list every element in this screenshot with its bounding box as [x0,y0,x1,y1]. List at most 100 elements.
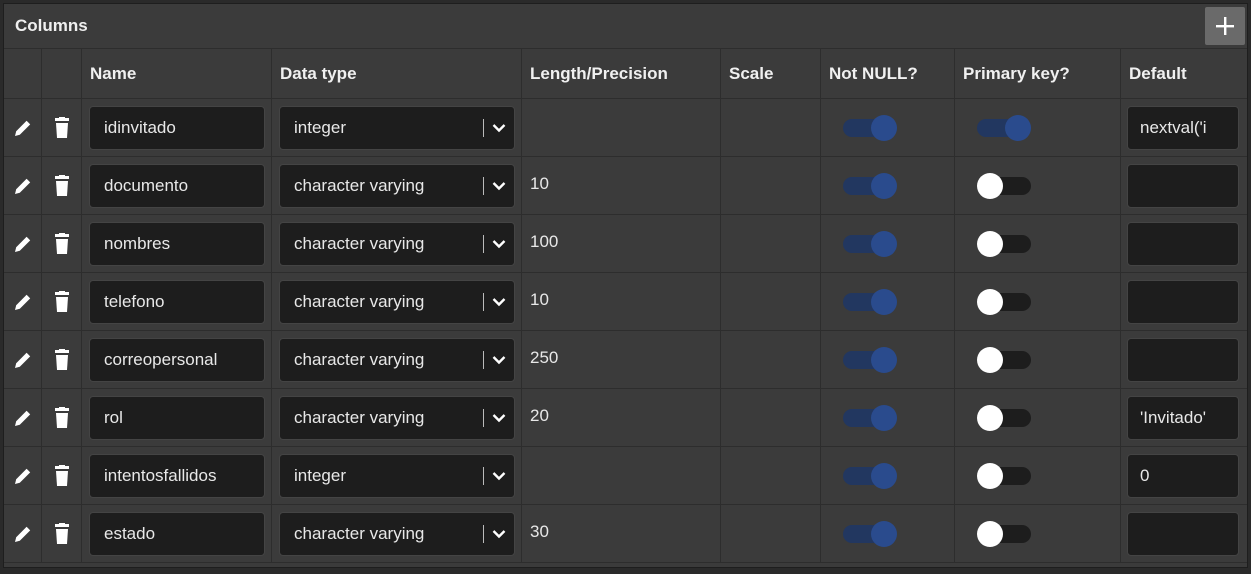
column-name-input[interactable]: documento [89,163,265,208]
column-name-input[interactable]: correopersonal [89,337,265,382]
select-divider [483,234,484,253]
delete-row-button[interactable] [42,215,82,272]
not-null-toggle[interactable] [843,288,897,315]
default-value-input[interactable] [1127,279,1239,324]
column-name-input[interactable]: nombres [89,221,265,266]
length-value[interactable]: 10 [522,157,549,194]
data-type-value: character varying [294,407,425,427]
length-value[interactable]: 10 [522,273,549,310]
data-type-select[interactable]: character varying [279,395,515,440]
edit-row-button[interactable] [4,389,42,446]
toggle-knob [977,230,1003,257]
column-name-input[interactable]: idinvitado [89,105,265,150]
edit-row-button[interactable] [4,157,42,214]
not-null-toggle[interactable] [843,404,897,431]
data-type-select[interactable]: character varying [279,221,515,266]
primary-key-toggle[interactable] [977,288,1031,315]
edit-row-button[interactable] [4,447,42,504]
not-null-toggle[interactable] [843,346,897,373]
toggle-knob [977,346,1003,373]
default-value-input[interactable]: 'Invitado' [1127,395,1239,440]
not-null-toggle[interactable] [843,172,897,199]
delete-row-button[interactable] [42,389,82,446]
header-primary-key: Primary key? [955,49,1121,98]
column-row: intentosfallidos integer 0 [4,447,1247,505]
length-value[interactable]: 30 [522,505,549,542]
header-data-type: Data type [272,49,522,98]
delete-row-button[interactable] [42,447,82,504]
not-null-toggle[interactable] [843,114,897,141]
data-type-select[interactable]: integer [279,453,515,498]
data-type-select[interactable]: integer [279,105,515,150]
not-null-toggle[interactable] [843,520,897,547]
length-value[interactable]: 20 [522,389,549,426]
header-scale: Scale [721,49,821,98]
column-name-input[interactable]: intentosfallidos [89,453,265,498]
column-row: estado character varying 30 [4,505,1247,563]
primary-key-toggle[interactable] [977,114,1031,141]
chevron-down-icon [492,471,506,481]
edit-row-button[interactable] [4,331,42,388]
delete-row-button[interactable] [42,331,82,388]
data-type-value: integer [294,465,346,485]
select-divider [483,466,484,485]
trash-icon [54,174,69,196]
edit-row-button[interactable] [4,215,42,272]
default-value-input[interactable] [1127,221,1239,266]
primary-key-toggle[interactable] [977,462,1031,489]
column-name-input[interactable]: telefono [89,279,265,324]
primary-key-toggle[interactable] [977,346,1031,373]
toggle-knob [977,462,1003,489]
chevron-down-icon [492,181,506,191]
data-type-select[interactable]: character varying [279,511,515,556]
length-value[interactable]: 100 [522,215,558,252]
header-delete-col [42,49,82,98]
edit-row-button[interactable] [4,505,42,562]
data-type-select[interactable]: character varying [279,279,515,324]
trash-icon [54,406,69,428]
default-value-input[interactable]: nextval('i [1127,105,1239,150]
delete-row-button[interactable] [42,99,82,156]
trash-icon [54,232,69,254]
toggle-knob [871,520,897,547]
not-null-toggle[interactable] [843,230,897,257]
primary-key-toggle[interactable] [977,172,1031,199]
toggle-knob [871,230,897,257]
delete-row-button[interactable] [42,505,82,562]
chevron-down-icon [492,529,506,539]
primary-key-toggle[interactable] [977,404,1031,431]
header-default: Default [1129,63,1187,83]
toggle-knob [977,520,1003,547]
length-value[interactable] [522,99,530,116]
add-column-button[interactable] [1205,7,1245,45]
delete-row-button[interactable] [42,157,82,214]
primary-key-toggle[interactable] [977,230,1031,257]
primary-key-toggle[interactable] [977,520,1031,547]
edit-row-button[interactable] [4,273,42,330]
length-value[interactable]: 250 [522,331,558,368]
pencil-icon [14,410,30,426]
chevron-down-icon [492,239,506,249]
edit-row-button[interactable] [4,99,42,156]
default-value-input[interactable] [1127,163,1239,208]
select-divider [483,176,484,195]
default-value-input[interactable] [1127,337,1239,382]
delete-row-button[interactable] [42,273,82,330]
trash-icon [54,116,69,138]
default-value-input[interactable] [1127,511,1239,556]
column-row: telefono character varying 10 [4,273,1247,331]
length-value[interactable] [522,447,530,464]
pencil-icon [14,352,30,368]
default-value-input[interactable]: 0 [1127,453,1239,498]
data-type-select[interactable]: character varying [279,337,515,382]
toggle-knob [871,404,897,431]
not-null-toggle[interactable] [843,462,897,489]
pencil-icon [14,526,30,542]
column-row: correopersonal character varying 250 [4,331,1247,389]
select-divider [483,118,484,137]
column-name-input[interactable]: rol [89,395,265,440]
data-type-value: character varying [294,349,425,369]
data-type-select[interactable]: character varying [279,163,515,208]
chevron-down-icon [492,355,506,365]
column-name-input[interactable]: estado [89,511,265,556]
